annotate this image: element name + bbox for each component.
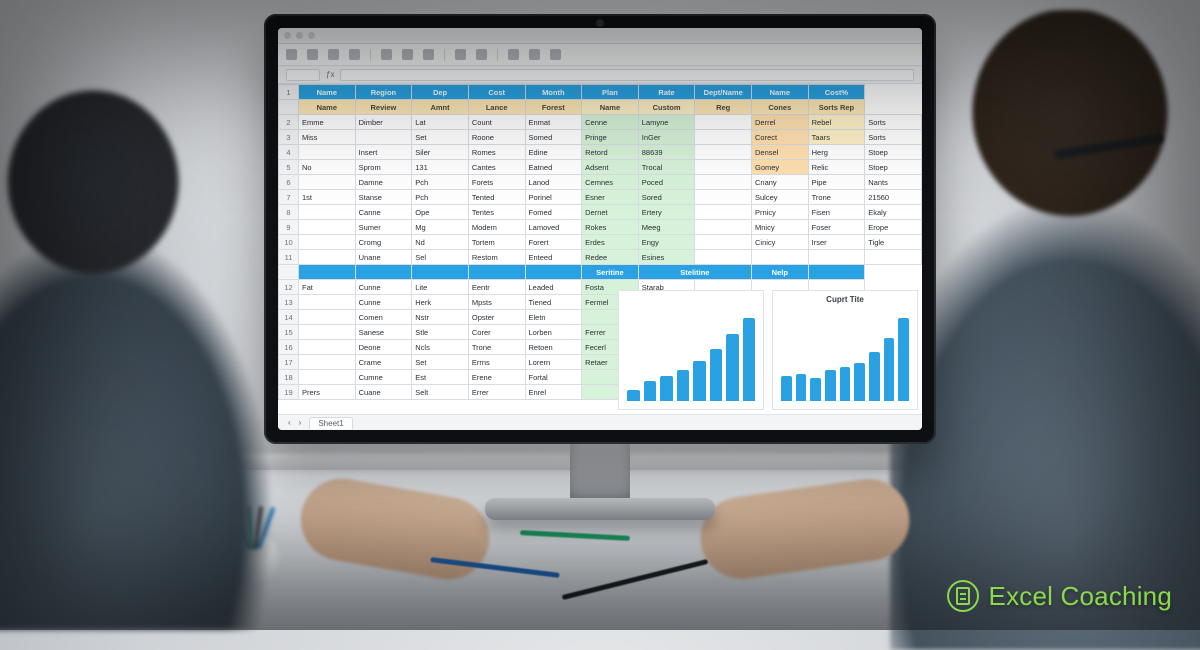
toolbar[interactable] (278, 44, 922, 66)
chart-2[interactable]: Cuprt Tite (772, 290, 918, 410)
toolbar-icon[interactable] (307, 49, 318, 60)
glasses-icon (1054, 133, 1164, 159)
chart-bar (796, 374, 807, 401)
chart-bar (825, 370, 836, 401)
toolbar-icon[interactable] (381, 49, 392, 60)
toolbar-icon[interactable] (402, 49, 413, 60)
brand-logo-icon (947, 580, 979, 612)
plant-decor (22, 374, 212, 594)
chart-bar (710, 349, 723, 401)
chart-title: Cuprt Tite (779, 295, 911, 304)
chart-bar (660, 376, 673, 401)
chart-bar (726, 334, 739, 401)
window-titlebar (278, 28, 922, 44)
toolbar-icon[interactable] (349, 49, 360, 60)
formula-bar[interactable]: ƒx (278, 66, 922, 84)
chart-bar (781, 376, 792, 401)
screen: ƒx 1NameRegionDepCostMonthPlanRateDept/N… (278, 28, 922, 430)
chart-area: Cuprt Tite (618, 290, 918, 410)
chart-bar (677, 370, 690, 402)
chart-bar (884, 338, 895, 401)
sheet-tab[interactable]: Sheet1 (309, 417, 352, 429)
pen-cup (222, 510, 294, 582)
monitor: ƒx 1NameRegionDepCostMonthPlanRateDept/N… (264, 14, 936, 444)
chart-bar (840, 367, 851, 401)
chart-bar (869, 352, 880, 402)
chart-bar (854, 363, 865, 401)
chart-bar (644, 381, 657, 401)
toolbar-icon[interactable] (423, 49, 434, 60)
toolbar-icon[interactable] (328, 49, 339, 60)
chart-bar (743, 318, 756, 401)
toolbar-icon[interactable] (476, 49, 487, 60)
sheet-tab-bar[interactable]: ‹ › Sheet1 (278, 414, 922, 430)
toolbar-icon[interactable] (550, 49, 561, 60)
toolbar-icon[interactable] (286, 49, 297, 60)
toolbar-icon[interactable] (529, 49, 540, 60)
toolbar-icon[interactable] (455, 49, 466, 60)
nav-next-icon[interactable]: › (299, 418, 302, 427)
fx-icon: ƒx (326, 70, 334, 79)
nav-prev-icon[interactable]: ‹ (288, 418, 291, 427)
chart-1[interactable] (618, 290, 764, 410)
monitor-base (485, 498, 715, 520)
formula-input[interactable] (340, 69, 914, 81)
name-box[interactable] (286, 69, 320, 81)
toolbar-icon[interactable] (508, 49, 519, 60)
chart-bar (627, 390, 640, 401)
worksheet[interactable]: 1NameRegionDepCostMonthPlanRateDept/Name… (278, 84, 922, 414)
monitor-stand (570, 440, 630, 506)
brand-label: Excel Coaching (989, 581, 1172, 612)
chart-bar (693, 361, 706, 401)
chart-bar (810, 378, 821, 401)
webcam-icon (596, 19, 604, 27)
chart-bar (898, 318, 909, 401)
brand-watermark: Excel Coaching (947, 580, 1172, 612)
